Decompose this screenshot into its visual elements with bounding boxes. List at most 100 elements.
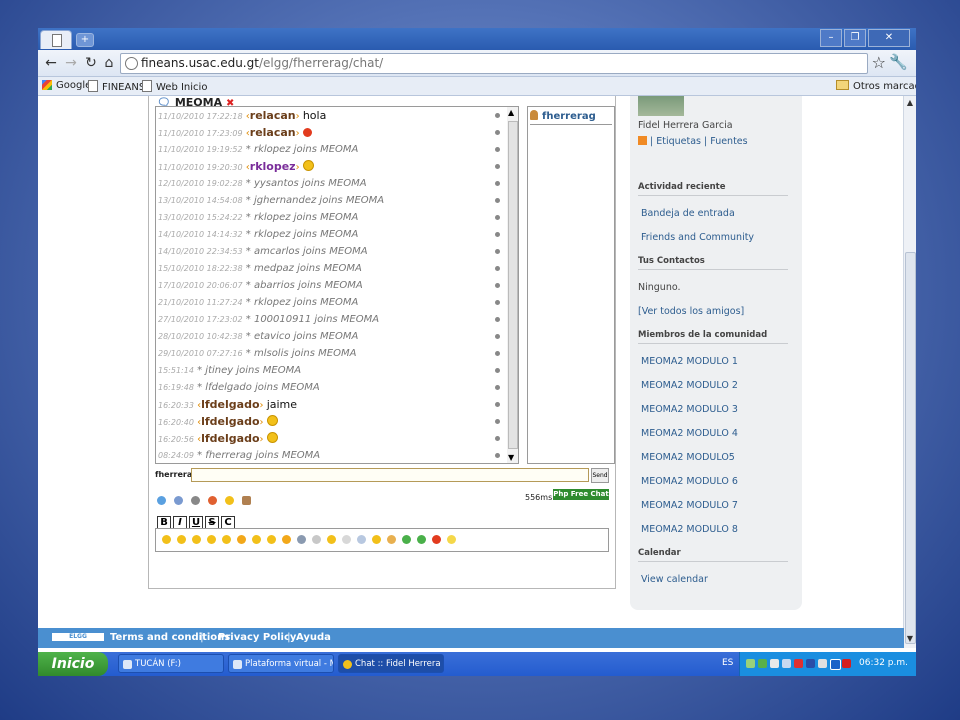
tray-icon[interactable] <box>770 659 779 668</box>
message-nick[interactable]: lfdelgado <box>201 432 259 445</box>
send-button[interactable]: Send <box>591 468 609 483</box>
wrench-icon[interactable]: 🔧 <box>889 53 908 71</box>
emoticon-icon[interactable] <box>387 535 396 544</box>
message-nick[interactable]: lfdelgado <box>201 415 259 428</box>
tray-icon[interactable] <box>758 659 767 668</box>
scroll-up-icon[interactable]: ▲ <box>508 108 514 117</box>
reload-icon[interactable]: ↻ <box>82 54 100 72</box>
nick-bracket: › <box>295 162 300 173</box>
privacy-link[interactable]: Privacy Policy <box>218 632 296 643</box>
page-icon <box>142 80 152 92</box>
scroll-thumb[interactable] <box>508 121 518 449</box>
sidebar-item-modulo-8[interactable]: MEOMA2 MODULO 8 <box>641 524 738 535</box>
message-nick[interactable]: lfdelgado <box>201 398 259 411</box>
message-nick[interactable]: relacan <box>250 109 296 122</box>
emoticon-icon[interactable] <box>222 535 231 544</box>
start-button[interactable]: Inicio <box>38 652 108 676</box>
help-link[interactable]: Ayuda <box>296 632 331 643</box>
new-tab-button[interactable]: + <box>76 33 94 47</box>
emoticon-icon[interactable] <box>372 535 381 544</box>
page-scroll-thumb[interactable] <box>905 252 916 644</box>
smiley-icon[interactable] <box>225 496 235 505</box>
emoticon-icon[interactable] <box>417 535 426 544</box>
emoticon-icon[interactable] <box>282 535 291 544</box>
user-entry[interactable]: fherrerag <box>530 110 612 125</box>
emoticon-icon[interactable] <box>297 535 306 544</box>
chat-message-input[interactable] <box>191 468 589 482</box>
person-icon[interactable] <box>242 496 252 505</box>
address-bar[interactable]: fineans.usac.edu.gt/elgg/fherrerag/chat/ <box>120 53 868 74</box>
sidebar-item-modulo-3[interactable]: MEOMA2 MODULO 3 <box>641 404 738 415</box>
sidebar-item-modulo-5[interactable]: MEOMA2 MODULO5 <box>641 452 735 463</box>
minimize-button[interactable]: – <box>820 29 842 47</box>
sidebar-item-modulo-2[interactable]: MEOMA2 MODULO 2 <box>641 380 738 391</box>
tray-icon[interactable] <box>818 659 827 668</box>
emoticon-icon[interactable] <box>252 535 261 544</box>
avatar[interactable] <box>638 96 684 116</box>
emoticon-icon[interactable] <box>237 535 246 544</box>
tray-icon[interactable] <box>806 659 815 668</box>
tray-icon[interactable] <box>794 659 803 668</box>
users-icon[interactable] <box>174 496 184 505</box>
forward-arrow-icon[interactable]: → <box>62 54 80 72</box>
section-title-activity: Actividad reciente <box>638 182 788 196</box>
task-tucan[interactable]: TUCÁN (F:) <box>118 654 224 673</box>
emoticon-icon[interactable] <box>402 535 411 544</box>
clock-icon[interactable] <box>191 496 201 505</box>
tray-icon[interactable] <box>782 659 791 668</box>
emoticon-icon[interactable] <box>432 535 441 544</box>
scroll-up-icon[interactable]: ▲ <box>905 98 915 110</box>
emoticon-icon[interactable] <box>357 535 366 544</box>
message-nick[interactable]: relacan <box>250 126 296 139</box>
scroll-down-icon[interactable]: ▼ <box>905 634 915 646</box>
tray-icon[interactable] <box>830 659 841 670</box>
message-scrollbar[interactable]: ▲ ▼ <box>507 106 519 464</box>
language-indicator[interactable]: ES <box>722 658 733 668</box>
sidebar-item-inbox[interactable]: Bandeja de entrada <box>641 208 735 219</box>
view-all-friends-link[interactable]: [Ver todos los amigos] <box>638 306 744 317</box>
close-button[interactable]: ✕ <box>868 29 910 47</box>
sidebar-item-modulo-6[interactable]: MEOMA2 MODULO 6 <box>641 476 738 487</box>
home-icon[interactable]: ⌂ <box>100 54 118 72</box>
emoticon-icon[interactable] <box>342 535 351 544</box>
task-plataforma[interactable]: Plataforma virtual - M... <box>228 654 334 673</box>
bookmark-fineans[interactable]: FINEANS <box>88 80 145 93</box>
owner-links[interactable]: | Etiquetas | Fuentes <box>638 136 748 147</box>
view-calendar-link[interactable]: View calendar <box>641 574 708 585</box>
tray-icon[interactable] <box>842 659 851 668</box>
emoticon-icon[interactable] <box>207 535 216 544</box>
emoticon-icon[interactable] <box>267 535 276 544</box>
emoticon-icon[interactable] <box>327 535 336 544</box>
other-bookmarks[interactable]: Otros marcadores <box>836 80 916 92</box>
bookmark-google[interactable]: Google <box>42 80 91 91</box>
color-icon[interactable] <box>157 496 166 505</box>
restore-button[interactable]: ❐ <box>844 29 866 47</box>
page-scrollbar[interactable]: ▲ ▼ <box>903 96 916 648</box>
back-arrow-icon[interactable]: ← <box>42 54 60 72</box>
emoticon-icon[interactable] <box>177 535 186 544</box>
drive-icon <box>123 660 132 669</box>
chat-message: 16:19:48 * lfdelgado joins MEOMA <box>158 380 506 396</box>
terms-link[interactable]: Terms and conditions <box>110 632 230 643</box>
emoticon-icon[interactable] <box>312 535 321 544</box>
bookmark-web-inicio[interactable]: Web Inicio <box>142 80 207 93</box>
bookmark-star-icon[interactable]: ☆ <box>872 53 886 72</box>
message-nick[interactable]: rklopez <box>250 160 296 173</box>
sidebar-item-modulo-1[interactable]: MEOMA2 MODULO 1 <box>641 356 738 367</box>
bookmark-label: Web Inicio <box>156 82 208 93</box>
browser-tab[interactable] <box>40 30 72 49</box>
sidebar-item-modulo-7[interactable]: MEOMA2 MODULO 7 <box>641 500 738 511</box>
task-chat[interactable]: Chat :: Fidel Herrera ... <box>338 654 444 673</box>
scroll-down-icon[interactable]: ▼ <box>508 453 514 462</box>
sidebar-item-modulo-4[interactable]: MEOMA2 MODULO 4 <box>641 428 738 439</box>
php-free-chat-badge[interactable]: Php Free Chat <box>553 489 609 500</box>
sound-icon[interactable] <box>208 496 218 505</box>
alert-icon <box>302 128 312 137</box>
emoticon-icon[interactable] <box>162 535 171 544</box>
join-notice: * etavico joins MEOMA <box>245 331 359 342</box>
sidebar-item-friends[interactable]: Friends and Community <box>641 232 754 243</box>
elgg-badge[interactable]: ELGG POWERED <box>52 633 104 648</box>
emoticon-icon[interactable] <box>192 535 201 544</box>
tray-icon[interactable] <box>746 659 755 668</box>
emoticon-icon[interactable] <box>447 535 456 544</box>
